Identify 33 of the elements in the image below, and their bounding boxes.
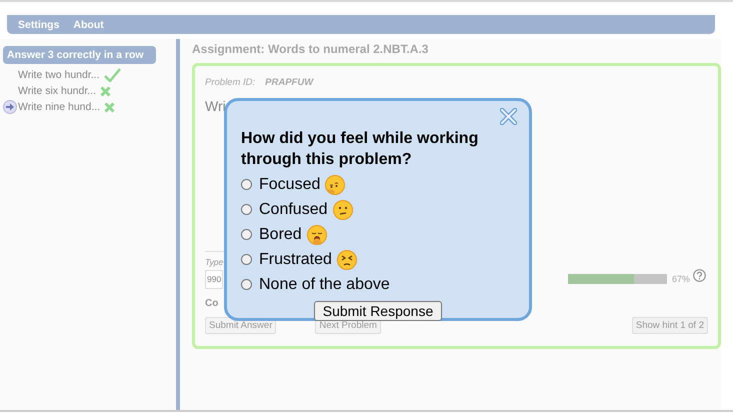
option-label[interactable]: Confused [259,200,328,218]
radio-button[interactable] [241,279,252,290]
dialog-question: How did you feel while working through this problem? [241,129,480,170]
problem-link[interactable]: Write two hundr... [18,69,100,81]
show-hint-button[interactable]: Show hint 1 of 2 [632,317,708,334]
problem-link[interactable]: Write six hundr... [18,85,96,97]
feedback-text: Co [205,298,218,311]
persevering-emoji-icon [336,250,357,270]
help-icon [693,268,706,282]
option-label[interactable]: Bored [259,226,302,244]
confused-emoji-icon [332,200,352,220]
radio-button[interactable] [241,179,252,190]
answer-field[interactable]: 990 [205,270,224,288]
thinking-emoji-icon [325,174,346,194]
close-icon[interactable] [500,108,517,125]
menu-item[interactable]: Settings [18,18,60,30]
radio-button[interactable] [241,254,252,265]
yawning-emoji-icon [306,224,327,244]
menu-item[interactable]: About [73,18,104,30]
option-label[interactable]: Frustrated [259,250,332,268]
problem-id: PRAPFUW [265,77,314,88]
problem-link[interactable]: Write nine hund... [18,101,100,113]
submit-response-button[interactable]: Submit Response [314,301,442,321]
answer-label: Type [205,257,224,269]
progress-reading: 67% [672,274,690,284]
goal-banner: Answer 3 correctly in a row [3,46,156,64]
question-text: Wri [205,98,226,114]
option-label[interactable]: None of the above [259,276,390,294]
option-label[interactable]: Focused [259,176,320,194]
assignment-title: Assignment: Words to numeral 2.NBT.A.3 [192,42,430,56]
radio-button[interactable] [241,204,252,215]
radio-button[interactable] [241,229,252,240]
problem-id-label: Problem ID: [205,77,256,88]
